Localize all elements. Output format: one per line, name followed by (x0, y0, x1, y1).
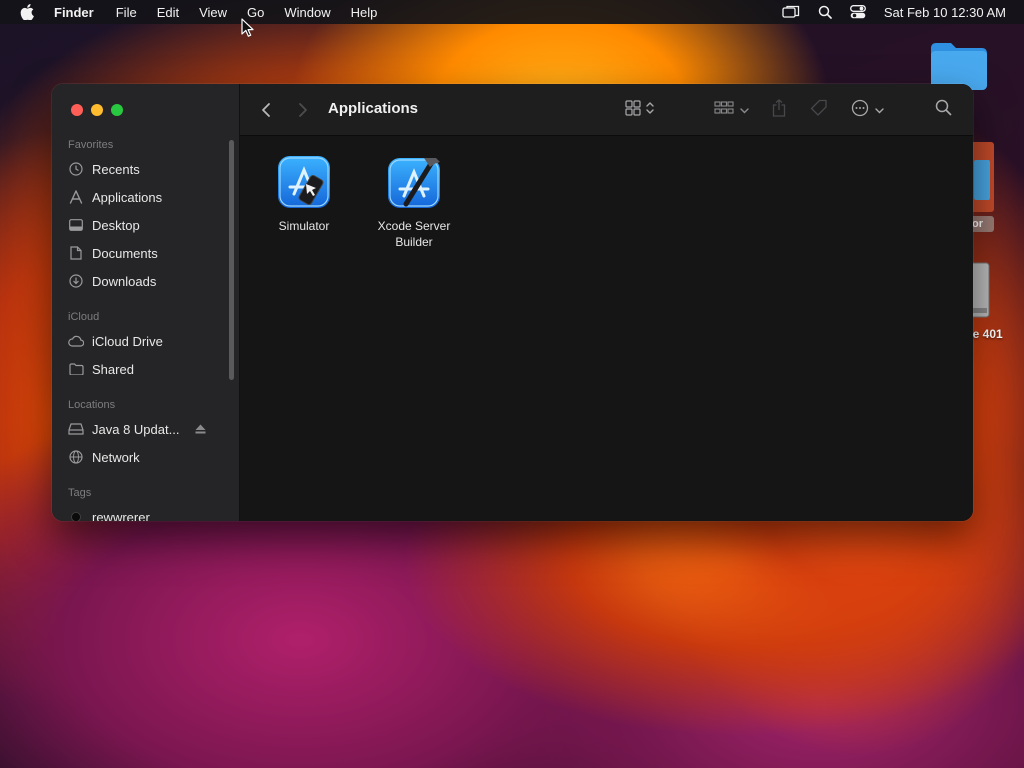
sidebar-item-network[interactable]: Network (68, 445, 228, 469)
zoom-button[interactable] (111, 104, 123, 116)
sidebar-item-desktop[interactable]: Desktop (68, 213, 228, 237)
sidebar-item-label: Shared (92, 361, 134, 377)
sidebar-item-java-volume[interactable]: Java 8 Updat... (68, 417, 228, 441)
desktop-app-label: or (970, 216, 994, 232)
document-icon (68, 245, 84, 261)
clock-icon (68, 161, 84, 177)
view-mode-button[interactable] (625, 99, 654, 121)
sidebar-section-tags: Tags (68, 487, 92, 499)
window-title: Applications (328, 100, 419, 117)
file-item-simulator[interactable]: Simulator (249, 154, 359, 234)
share-icon (772, 98, 786, 122)
sidebar-item-downloads[interactable]: Downloads (68, 269, 228, 293)
chevron-down-icon (875, 101, 884, 119)
sidebar-item-label: Applications (92, 189, 163, 205)
sidebar-item-icloud-drive[interactable]: iCloud Drive (68, 329, 228, 353)
file-name-line2: Builder (395, 235, 433, 249)
eject-icon[interactable] (195, 422, 206, 437)
apple-menu-icon[interactable] (20, 4, 36, 20)
chevron-updown-icon (646, 101, 654, 120)
desktop-app-icon-partial[interactable]: or (970, 142, 994, 232)
sidebar-item-label: rewwrerer (92, 509, 150, 522)
group-button[interactable] (714, 100, 749, 120)
menu-bar: Finder File Edit View Go Window Help Sat… (0, 0, 1024, 24)
sidebar-item-label: Downloads (92, 273, 157, 289)
ellipsis-circle-icon (851, 99, 869, 122)
finder-content: Applications Simulator Xcode Server Buil… (240, 84, 973, 521)
sidebar-section-favorites: Favorites (68, 139, 114, 151)
sidebar-section-icloud: iCloud (68, 311, 100, 323)
menu-window[interactable]: Window (284, 5, 330, 20)
desktop-icon (68, 217, 84, 233)
icon-view-grid-icon (625, 99, 641, 121)
sidebar-item-applications[interactable]: Applications (68, 185, 228, 209)
close-button[interactable] (71, 104, 83, 116)
screen-mirroring-icon[interactable] (782, 5, 800, 19)
sidebar-item-recents[interactable]: Recents (68, 157, 228, 181)
sidebar-item-tag[interactable]: rewwrerer (68, 505, 228, 521)
spotlight-search-icon[interactable] (818, 5, 832, 19)
download-icon (68, 273, 84, 289)
simulator-app-icon (276, 154, 332, 210)
back-button[interactable] (261, 100, 271, 120)
minimize-button[interactable] (91, 104, 103, 116)
cloud-icon (68, 333, 84, 349)
desktop-app-inner (974, 160, 990, 200)
tag-dot-icon (68, 509, 84, 521)
sidebar-item-label: Desktop (92, 217, 140, 233)
window-controls (71, 104, 123, 116)
sidebar-item-label: Recents (92, 161, 140, 177)
mouse-cursor-icon (241, 18, 255, 38)
sidebar-item-documents[interactable]: Documents (68, 241, 228, 265)
group-grid-icon (714, 100, 734, 120)
sidebar-item-shared[interactable]: Shared (68, 357, 228, 381)
sidebar-item-label: iCloud Drive (92, 333, 163, 349)
sidebar-section-locations: Locations (68, 399, 116, 411)
menu-help[interactable]: Help (351, 5, 378, 20)
finder-toolbar: Applications (240, 84, 973, 136)
file-item-xcode-server-builder[interactable]: Xcode Server Builder (359, 154, 469, 250)
network-icon (68, 449, 84, 465)
menu-file[interactable]: File (116, 5, 137, 20)
shared-folder-icon (68, 361, 84, 377)
chevron-down-icon (740, 101, 749, 119)
control-center-icon[interactable] (849, 5, 866, 19)
menu-finder[interactable]: Finder (54, 5, 94, 20)
sidebar-item-label: Network (92, 449, 140, 465)
disk-icon (68, 421, 84, 437)
more-actions-button[interactable] (851, 99, 884, 122)
sidebar-item-label: Java 8 Updat... (92, 421, 180, 437)
menu-view[interactable]: View (199, 5, 227, 20)
search-button[interactable] (935, 99, 952, 121)
xcode-server-builder-app-icon (386, 154, 442, 210)
menu-edit[interactable]: Edit (157, 5, 179, 20)
tag-icon (810, 99, 828, 122)
applications-icon (68, 189, 84, 205)
share-button[interactable] (772, 98, 786, 122)
finder-window: Favorites Recents Applications Desktop D… (52, 84, 973, 521)
tag-button[interactable] (810, 99, 828, 122)
file-name-line1: Xcode Server (377, 219, 451, 233)
forward-button[interactable] (298, 100, 308, 120)
sidebar-item-label: Documents (92, 245, 158, 261)
finder-sidebar: Favorites Recents Applications Desktop D… (52, 84, 240, 521)
file-name: Simulator (278, 219, 330, 233)
menubar-clock[interactable]: Sat Feb 10 12:30 AM (884, 5, 1006, 20)
search-icon (935, 99, 952, 121)
sidebar-scrollbar[interactable] (229, 140, 234, 380)
